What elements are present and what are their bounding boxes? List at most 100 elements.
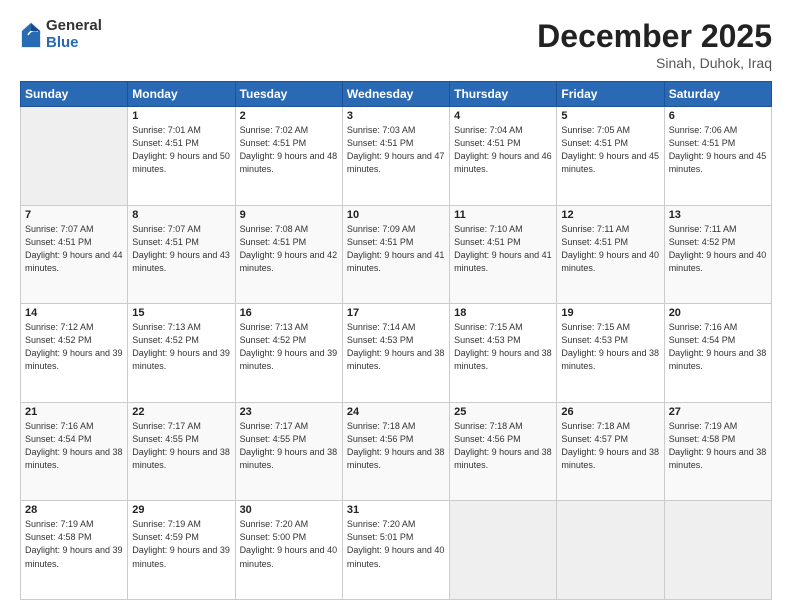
calendar-day-cell: 1 Sunrise: 7:01 AMSunset: 4:51 PMDayligh… — [128, 107, 235, 206]
calendar-day-cell: 21 Sunrise: 7:16 AMSunset: 4:54 PMDaylig… — [21, 402, 128, 501]
day-number: 6 — [669, 110, 767, 122]
calendar-day-cell: 12 Sunrise: 7:11 AMSunset: 4:51 PMDaylig… — [557, 205, 664, 304]
day-number: 27 — [669, 406, 767, 418]
logo-general-text: General — [46, 18, 102, 35]
header-monday: Monday — [128, 82, 235, 107]
logo-text: General Blue — [46, 18, 102, 51]
calendar-day-cell: 25 Sunrise: 7:18 AMSunset: 4:56 PMDaylig… — [450, 402, 557, 501]
day-number: 13 — [669, 209, 767, 221]
day-info: Sunrise: 7:07 AMSunset: 4:51 PMDaylight:… — [25, 224, 123, 273]
day-info: Sunrise: 7:07 AMSunset: 4:51 PMDaylight:… — [132, 224, 230, 273]
day-number: 28 — [25, 504, 123, 516]
day-info: Sunrise: 7:19 AMSunset: 4:58 PMDaylight:… — [669, 421, 767, 470]
day-number: 5 — [561, 110, 659, 122]
calendar-day-cell: 26 Sunrise: 7:18 AMSunset: 4:57 PMDaylig… — [557, 402, 664, 501]
calendar-day-cell: 24 Sunrise: 7:18 AMSunset: 4:56 PMDaylig… — [342, 402, 449, 501]
calendar-day-cell: 2 Sunrise: 7:02 AMSunset: 4:51 PMDayligh… — [235, 107, 342, 206]
day-info: Sunrise: 7:19 AMSunset: 4:58 PMDaylight:… — [25, 519, 123, 568]
day-info: Sunrise: 7:16 AMSunset: 4:54 PMDaylight:… — [25, 421, 123, 470]
day-info: Sunrise: 7:02 AMSunset: 4:51 PMDaylight:… — [240, 125, 338, 174]
day-info: Sunrise: 7:08 AMSunset: 4:51 PMDaylight:… — [240, 224, 338, 273]
day-info: Sunrise: 7:18 AMSunset: 4:56 PMDaylight:… — [347, 421, 445, 470]
calendar-week-row: 21 Sunrise: 7:16 AMSunset: 4:54 PMDaylig… — [21, 402, 772, 501]
day-number: 7 — [25, 209, 123, 221]
calendar-week-row: 7 Sunrise: 7:07 AMSunset: 4:51 PMDayligh… — [21, 205, 772, 304]
title-section: December 2025 Sinah, Duhok, Iraq — [537, 18, 772, 71]
day-number: 3 — [347, 110, 445, 122]
calendar-day-cell — [450, 501, 557, 600]
day-number: 26 — [561, 406, 659, 418]
day-info: Sunrise: 7:10 AMSunset: 4:51 PMDaylight:… — [454, 224, 552, 273]
calendar-day-cell: 31 Sunrise: 7:20 AMSunset: 5:01 PMDaylig… — [342, 501, 449, 600]
calendar-day-cell: 11 Sunrise: 7:10 AMSunset: 4:51 PMDaylig… — [450, 205, 557, 304]
day-number: 31 — [347, 504, 445, 516]
calendar-day-cell: 28 Sunrise: 7:19 AMSunset: 4:58 PMDaylig… — [21, 501, 128, 600]
calendar-day-cell: 6 Sunrise: 7:06 AMSunset: 4:51 PMDayligh… — [664, 107, 771, 206]
day-number: 9 — [240, 209, 338, 221]
day-info: Sunrise: 7:11 AMSunset: 4:51 PMDaylight:… — [561, 224, 659, 273]
day-info: Sunrise: 7:05 AMSunset: 4:51 PMDaylight:… — [561, 125, 659, 174]
page: General Blue December 2025 Sinah, Duhok,… — [0, 0, 792, 612]
calendar-table: Sunday Monday Tuesday Wednesday Thursday… — [20, 81, 772, 600]
header-saturday: Saturday — [664, 82, 771, 107]
logo: General Blue — [20, 18, 102, 51]
day-number: 21 — [25, 406, 123, 418]
day-info: Sunrise: 7:20 AMSunset: 5:00 PMDaylight:… — [240, 519, 338, 568]
calendar-day-cell: 5 Sunrise: 7:05 AMSunset: 4:51 PMDayligh… — [557, 107, 664, 206]
day-info: Sunrise: 7:15 AMSunset: 4:53 PMDaylight:… — [561, 322, 659, 371]
day-number: 24 — [347, 406, 445, 418]
header-sunday: Sunday — [21, 82, 128, 107]
day-number: 20 — [669, 307, 767, 319]
day-number: 19 — [561, 307, 659, 319]
location: Sinah, Duhok, Iraq — [537, 55, 772, 71]
day-info: Sunrise: 7:13 AMSunset: 4:52 PMDaylight:… — [132, 322, 230, 371]
day-info: Sunrise: 7:11 AMSunset: 4:52 PMDaylight:… — [669, 224, 767, 273]
calendar-day-cell: 3 Sunrise: 7:03 AMSunset: 4:51 PMDayligh… — [342, 107, 449, 206]
day-info: Sunrise: 7:14 AMSunset: 4:53 PMDaylight:… — [347, 322, 445, 371]
day-number: 25 — [454, 406, 552, 418]
calendar-day-cell: 4 Sunrise: 7:04 AMSunset: 4:51 PMDayligh… — [450, 107, 557, 206]
day-info: Sunrise: 7:18 AMSunset: 4:56 PMDaylight:… — [454, 421, 552, 470]
calendar-day-cell: 14 Sunrise: 7:12 AMSunset: 4:52 PMDaylig… — [21, 304, 128, 403]
calendar-day-cell: 27 Sunrise: 7:19 AMSunset: 4:58 PMDaylig… — [664, 402, 771, 501]
day-number: 22 — [132, 406, 230, 418]
day-number: 10 — [347, 209, 445, 221]
day-info: Sunrise: 7:15 AMSunset: 4:53 PMDaylight:… — [454, 322, 552, 371]
day-info: Sunrise: 7:17 AMSunset: 4:55 PMDaylight:… — [240, 421, 338, 470]
calendar-day-cell: 16 Sunrise: 7:13 AMSunset: 4:52 PMDaylig… — [235, 304, 342, 403]
day-info: Sunrise: 7:16 AMSunset: 4:54 PMDaylight:… — [669, 322, 767, 371]
calendar-day-cell: 30 Sunrise: 7:20 AMSunset: 5:00 PMDaylig… — [235, 501, 342, 600]
logo-icon — [20, 21, 42, 49]
day-number: 30 — [240, 504, 338, 516]
calendar-day-cell: 20 Sunrise: 7:16 AMSunset: 4:54 PMDaylig… — [664, 304, 771, 403]
header: General Blue December 2025 Sinah, Duhok,… — [20, 18, 772, 71]
day-number: 17 — [347, 307, 445, 319]
day-number: 4 — [454, 110, 552, 122]
day-info: Sunrise: 7:18 AMSunset: 4:57 PMDaylight:… — [561, 421, 659, 470]
day-number: 1 — [132, 110, 230, 122]
calendar-week-row: 14 Sunrise: 7:12 AMSunset: 4:52 PMDaylig… — [21, 304, 772, 403]
calendar-day-cell: 17 Sunrise: 7:14 AMSunset: 4:53 PMDaylig… — [342, 304, 449, 403]
day-info: Sunrise: 7:17 AMSunset: 4:55 PMDaylight:… — [132, 421, 230, 470]
calendar-header-row: Sunday Monday Tuesday Wednesday Thursday… — [21, 82, 772, 107]
calendar-day-cell — [664, 501, 771, 600]
calendar-day-cell: 7 Sunrise: 7:07 AMSunset: 4:51 PMDayligh… — [21, 205, 128, 304]
calendar-day-cell: 18 Sunrise: 7:15 AMSunset: 4:53 PMDaylig… — [450, 304, 557, 403]
calendar-week-row: 1 Sunrise: 7:01 AMSunset: 4:51 PMDayligh… — [21, 107, 772, 206]
month-title: December 2025 — [537, 18, 772, 55]
day-number: 11 — [454, 209, 552, 221]
header-friday: Friday — [557, 82, 664, 107]
header-thursday: Thursday — [450, 82, 557, 107]
logo-blue-text: Blue — [46, 35, 102, 52]
calendar-day-cell: 8 Sunrise: 7:07 AMSunset: 4:51 PMDayligh… — [128, 205, 235, 304]
calendar-day-cell: 13 Sunrise: 7:11 AMSunset: 4:52 PMDaylig… — [664, 205, 771, 304]
day-number: 14 — [25, 307, 123, 319]
header-wednesday: Wednesday — [342, 82, 449, 107]
day-info: Sunrise: 7:20 AMSunset: 5:01 PMDaylight:… — [347, 519, 445, 568]
calendar-day-cell: 19 Sunrise: 7:15 AMSunset: 4:53 PMDaylig… — [557, 304, 664, 403]
day-info: Sunrise: 7:04 AMSunset: 4:51 PMDaylight:… — [454, 125, 552, 174]
calendar-day-cell: 23 Sunrise: 7:17 AMSunset: 4:55 PMDaylig… — [235, 402, 342, 501]
day-number: 18 — [454, 307, 552, 319]
day-info: Sunrise: 7:03 AMSunset: 4:51 PMDaylight:… — [347, 125, 445, 174]
day-number: 8 — [132, 209, 230, 221]
